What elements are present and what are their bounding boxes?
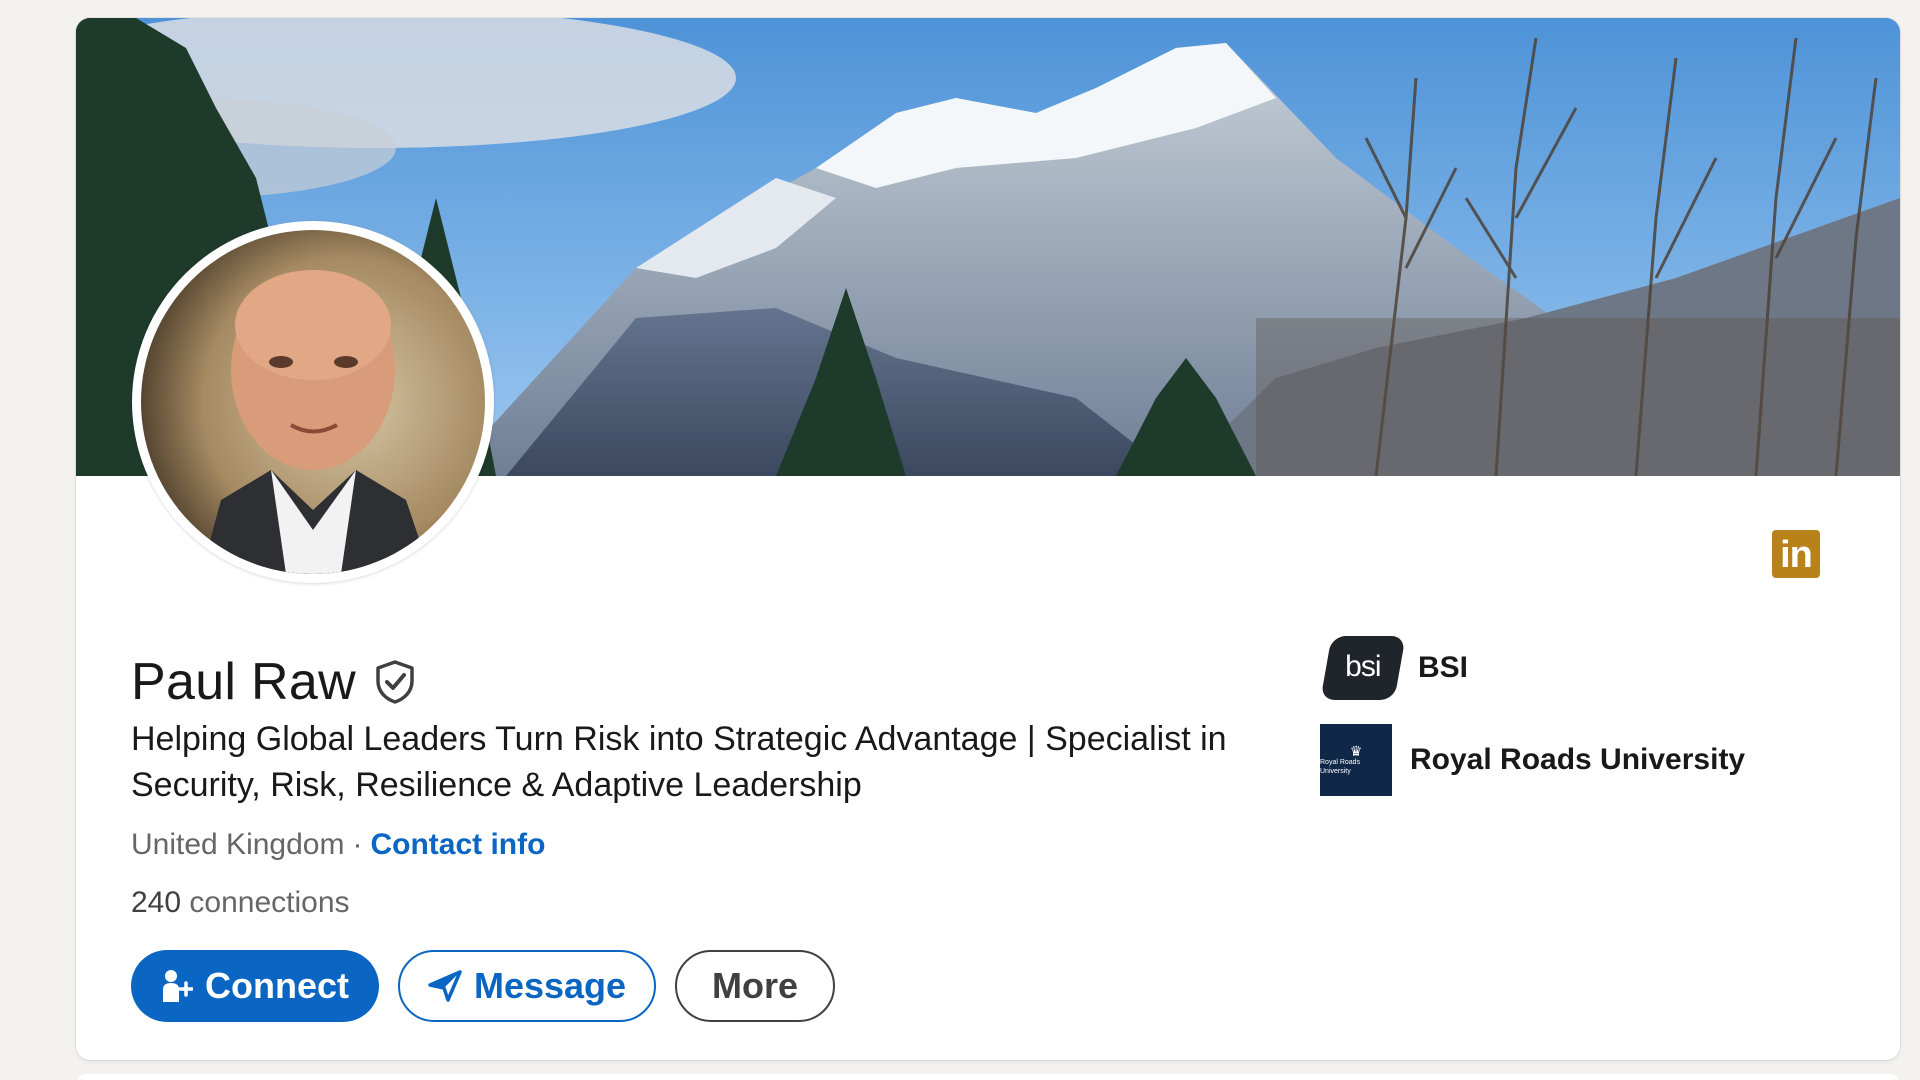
bsi-logo-text: bsi xyxy=(1345,650,1381,683)
profile-card: in Paul Raw Helping Global Leaders Turn … xyxy=(76,18,1900,1060)
connections-label: connections xyxy=(189,886,350,919)
organization-bsi[interactable]: bsi BSI xyxy=(1320,636,1745,700)
bsi-logo: bsi xyxy=(1320,636,1406,700)
connections-count[interactable]: 240 xyxy=(131,886,181,919)
organization-name: BSI xyxy=(1418,651,1469,684)
linkedin-badge-icon[interactable]: in xyxy=(1772,530,1820,578)
contact-info-link[interactable]: Contact info xyxy=(370,828,545,861)
crest-icon: ♛ xyxy=(1349,743,1363,759)
more-button[interactable]: More xyxy=(675,950,835,1022)
more-label: More xyxy=(711,965,798,1006)
next-card-edge xyxy=(76,1074,1900,1080)
message-button[interactable]: Message xyxy=(398,950,656,1022)
message-label: Message xyxy=(473,965,627,1006)
profile-photo-image xyxy=(141,230,485,574)
name-row: Paul Raw xyxy=(131,652,416,712)
connect-button[interactable]: Connect xyxy=(131,950,379,1022)
royal-roads-logo-text: Royal Roads University xyxy=(1320,759,1361,775)
action-buttons: Connect Message More xyxy=(131,950,835,1022)
location-row: United Kingdom · Contact info xyxy=(131,828,545,862)
organizations-list: bsi BSI ♛ Royal Roads University Royal R… xyxy=(1320,636,1745,796)
royal-roads-logo: ♛ Royal Roads University xyxy=(1320,724,1392,796)
profile-headline: Helping Global Leaders Turn Risk into St… xyxy=(131,720,1227,804)
location-text: United Kingdom xyxy=(131,828,345,861)
separator-dot: · xyxy=(352,828,363,861)
person-add-icon xyxy=(163,970,193,1002)
organization-name: Royal Roads University xyxy=(1410,743,1746,776)
organization-royal-roads[interactable]: ♛ Royal Roads University Royal Roads Uni… xyxy=(1320,724,1745,796)
connections-row: 240 connections xyxy=(131,886,350,920)
send-icon xyxy=(428,970,462,1002)
connect-label: Connect xyxy=(205,965,349,1006)
shield-check-icon[interactable] xyxy=(374,659,416,705)
profile-name: Paul Raw xyxy=(131,653,356,711)
profile-photo[interactable] xyxy=(132,221,494,583)
